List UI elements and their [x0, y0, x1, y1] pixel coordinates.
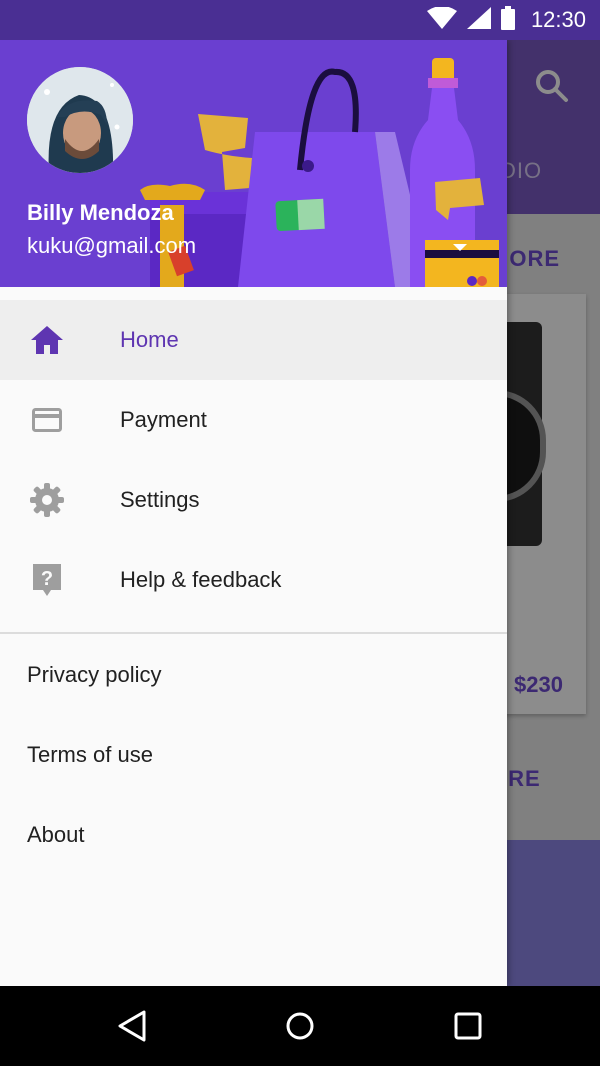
drawer-item-label: Home [120, 327, 179, 352]
drawer-item-label: Settings [120, 487, 200, 512]
status-time: 12:30 [530, 7, 586, 32]
navigation-drawer: Billy Mendoza kuku@gmail.com Home Paymen… [0, 40, 507, 986]
credit-card-icon [30, 403, 64, 437]
help-icon: ? [30, 563, 64, 597]
drawer-header: Billy Mendoza kuku@gmail.com [0, 40, 507, 287]
drawer-item-help[interactable]: ? Help & feedback [0, 540, 507, 620]
status-icons: 12:30 [426, 0, 586, 40]
drawer-item-settings[interactable]: Settings [0, 460, 507, 540]
user-name: Billy Mendoza [27, 200, 174, 225]
system-nav-bar [0, 986, 600, 1066]
drawer-item-payment[interactable]: Payment [0, 380, 507, 460]
gear-icon [30, 483, 64, 517]
drawer-item-label: Help & feedback [120, 567, 282, 592]
status-bar: 12:30 [0, 0, 600, 40]
home-nav-icon[interactable] [280, 1006, 320, 1046]
drawer-item-about[interactable]: About [0, 795, 507, 875]
back-icon[interactable] [112, 1006, 152, 1046]
drawer-item-terms-of-use[interactable]: Terms of use [0, 715, 507, 795]
home-icon [30, 323, 64, 357]
drawer-item-home[interactable]: Home [0, 300, 507, 380]
user-email: kuku@gmail.com [27, 233, 197, 258]
cell-signal-icon [466, 6, 491, 34]
avatar[interactable] [27, 67, 133, 173]
recents-icon[interactable] [448, 1006, 488, 1046]
battery-icon [500, 5, 515, 35]
drawer-item-privacy-policy[interactable]: Privacy policy [0, 635, 507, 715]
drawer-item-label: Payment [120, 407, 207, 432]
drawer-secondary-menu: Privacy policy Terms of use About [0, 635, 507, 875]
wifi-icon [426, 5, 457, 34]
svg-text:?: ? [41, 568, 53, 590]
drawer-primary-menu: Home Payment Settings ? Help & feedback [0, 300, 507, 620]
drawer-divider [0, 632, 507, 634]
